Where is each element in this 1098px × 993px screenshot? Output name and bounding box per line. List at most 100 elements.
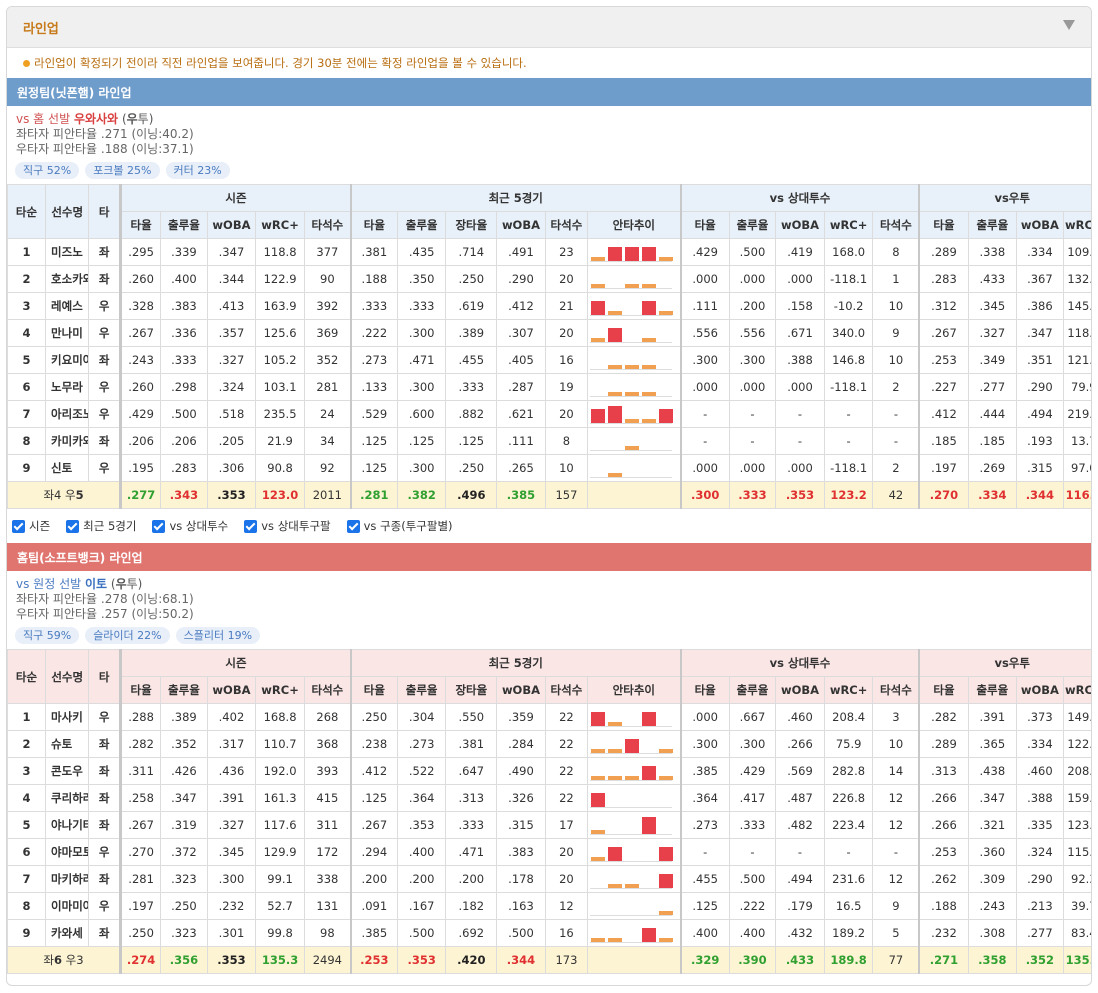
filter-checkbox[interactable]: vs 구종(투구팔별) (346, 518, 453, 534)
vs-pitcher-stat: .000 (728, 265, 777, 293)
col-season-4[interactable]: 타석수 (303, 676, 352, 704)
player-name[interactable]: 키요미야 (45, 346, 90, 374)
trend-bar (608, 938, 623, 942)
season-stat: .232 (206, 892, 257, 920)
vs-pitcher-stat: - (872, 400, 920, 428)
trend-bar (625, 392, 640, 396)
player-name[interactable]: 야나기타 (45, 811, 90, 839)
vs-pitcher-stat: .266 (775, 730, 825, 758)
col-vsp-1[interactable]: 출루율 (728, 211, 777, 239)
player-name[interactable]: 카미카와바타 (45, 427, 90, 455)
player-name[interactable]: 카와세 (45, 919, 90, 947)
col-vsr-3[interactable]: wRC+ (1062, 211, 1091, 239)
recent-stat: .313 (445, 784, 498, 812)
season-stat: .258 (119, 784, 162, 812)
player-name[interactable]: 이마미야 (45, 892, 90, 920)
recent-stat: .300 (396, 319, 447, 347)
trend-svg (590, 446, 673, 451)
pitcher-name[interactable]: 우와사와 (74, 112, 118, 126)
col-season-2[interactable]: wOBA (206, 211, 257, 239)
player-name[interactable]: 레예스 (45, 292, 90, 320)
col-recent-3[interactable]: wOBA (496, 211, 546, 239)
col-recent-5[interactable]: 안타추이 (587, 676, 682, 704)
col-vsr-3[interactable]: wRC+ (1062, 676, 1091, 704)
season-stat: .243 (119, 346, 162, 374)
col-vsp-4[interactable]: 타석수 (872, 211, 920, 239)
col-vsp-0[interactable]: 타율 (679, 676, 730, 704)
col-recent-4[interactable]: 타석수 (544, 211, 589, 239)
notice-text: 라인업이 확정되기 전이라 직전 라인업을 보여줍니다. 경기 30분 전에는 … (7, 48, 1091, 78)
trend-bar (625, 776, 640, 780)
player-name[interactable]: 아리조노 (45, 400, 90, 428)
panel-header[interactable]: 라인업 (7, 7, 1091, 48)
recent-stat: 10 (544, 454, 589, 482)
bat-hand: 우 (88, 703, 122, 731)
col-vsp-3[interactable]: wRC+ (823, 676, 874, 704)
col-recent-3[interactable]: wOBA (496, 676, 546, 704)
col-recent-4[interactable]: 타석수 (544, 676, 589, 704)
col-recent-2[interactable]: 장타율 (445, 676, 498, 704)
col-vsp-2[interactable]: wOBA (775, 676, 825, 704)
col-vsr-1[interactable]: 출루율 (967, 676, 1018, 704)
player-name[interactable]: 노무라 (45, 373, 90, 401)
col-vsr-0[interactable]: 타율 (918, 676, 969, 704)
player-name[interactable]: 마키하라 (45, 865, 90, 893)
col-season-4[interactable]: 타석수 (303, 211, 352, 239)
col-vsr-0[interactable]: 타율 (918, 211, 969, 239)
col-season-3[interactable]: wRC+ (255, 211, 305, 239)
season-stat: 281 (303, 373, 352, 401)
summary-recent-stat: .281 (349, 481, 398, 509)
vs-righty-stat: .360 (967, 838, 1018, 866)
col-recent-1[interactable]: 출루율 (396, 211, 447, 239)
filter-checkbox[interactable]: 최근 5경기 (66, 518, 136, 534)
col-season-1[interactable]: 출루율 (160, 211, 208, 239)
col-vsr-2[interactable]: wOBA (1016, 211, 1064, 239)
vs-pitcher-stat: .000 (728, 373, 777, 401)
checkbox-checked-icon[interactable] (12, 519, 25, 533)
checkbox-checked-icon[interactable] (66, 519, 80, 533)
summary-vs-pitcher-stat: 42 (872, 481, 920, 509)
col-vsp-4[interactable]: 타석수 (872, 676, 920, 704)
player-name[interactable]: 슈토 (45, 730, 90, 758)
checkbox-checked-icon[interactable] (346, 519, 360, 533)
checkbox-checked-icon[interactable] (244, 519, 258, 533)
col-vsp-1[interactable]: 출루율 (728, 676, 777, 704)
filter-checkbox[interactable]: vs 상대투수 (152, 518, 228, 534)
col-vsp-3[interactable]: wRC+ (823, 211, 874, 239)
player-name[interactable]: 신토 (45, 454, 90, 482)
col-recent-2[interactable]: 장타율 (445, 211, 498, 239)
player-name[interactable]: 만나미 (45, 319, 90, 347)
pitch-type-badge: 스플리터 19% (175, 627, 261, 644)
col-recent-5[interactable]: 안타추이 (587, 211, 682, 239)
vs-righty-stat: 122.3 (1062, 730, 1091, 758)
player-name[interactable]: 야마모토 (45, 838, 90, 866)
pitcher-line: vs 홈 선발 우와사와 (우투) (16, 112, 1091, 127)
col-recent-1[interactable]: 출루율 (396, 676, 447, 704)
player-name[interactable]: 콘도우 (45, 757, 90, 785)
player-name[interactable]: 마사키 (45, 703, 90, 731)
col-season-1[interactable]: 출루율 (160, 676, 208, 704)
player-name[interactable]: 호소카와 (45, 265, 90, 293)
col-vsp-2[interactable]: wOBA (775, 211, 825, 239)
col-recent-0[interactable]: 타율 (349, 676, 398, 704)
col-season-0[interactable]: 타율 (119, 211, 162, 239)
filter-checkbox[interactable]: 시즌 (12, 518, 50, 534)
vs-pitcher-stat: .556 (679, 319, 730, 347)
vs-righty-stat: 115.5 (1062, 838, 1091, 866)
player-name[interactable]: 쿠리하라 (45, 784, 90, 812)
col-season-3[interactable]: wRC+ (255, 676, 305, 704)
pitcher-name[interactable]: 이토 (85, 577, 107, 591)
col-season-0[interactable]: 타율 (119, 676, 162, 704)
team-title-bar: 원정팀(닛폰햄) 라인업 (7, 78, 1091, 106)
filter-checkbox[interactable]: vs 상대투구팔 (244, 518, 331, 534)
col-vsr-2[interactable]: wOBA (1016, 676, 1064, 704)
season-stat: .333 (160, 346, 208, 374)
vs-righty-stat: .289 (918, 730, 969, 758)
col-vsr-1[interactable]: 출루율 (967, 211, 1018, 239)
checkbox-checked-icon[interactable] (152, 519, 166, 533)
col-recent-0[interactable]: 타율 (349, 211, 398, 239)
player-name[interactable]: 미즈노 (45, 238, 90, 266)
collapse-triangle-icon[interactable] (1063, 20, 1075, 30)
col-vsp-0[interactable]: 타율 (679, 211, 730, 239)
col-season-2[interactable]: wOBA (206, 676, 257, 704)
